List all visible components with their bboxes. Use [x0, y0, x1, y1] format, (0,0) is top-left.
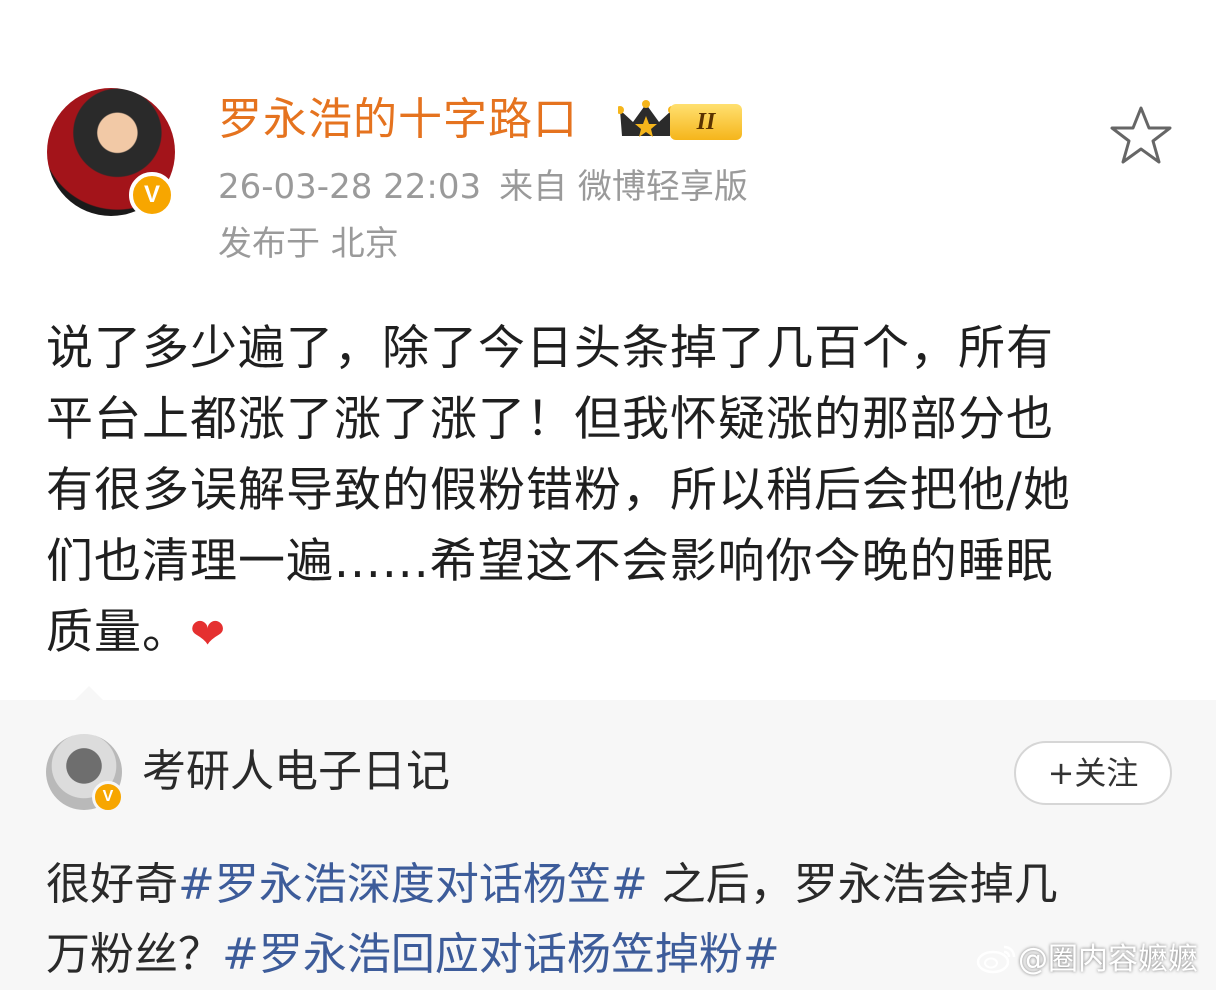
repost-text-prefix: 很好奇: [46, 859, 178, 910]
follow-button[interactable]: +关注: [1014, 741, 1172, 805]
verified-badge-icon: V: [129, 172, 175, 218]
repost-verified-badge-icon: V: [92, 781, 124, 813]
post-timestamp: 26-03-28 22:03: [218, 167, 482, 207]
post-text-line: 们也清理一遍......希望这不会影响你今晚的睡眠: [46, 534, 1054, 589]
post-text-line: 说了多少遍了，除了今日头条掉了几百个，所有: [46, 321, 1054, 376]
weibo-logo-icon: [976, 945, 1016, 974]
hashtag-link[interactable]: #罗永浩回应对话杨笠掉粉#: [222, 929, 780, 980]
heart-emoji: ❤: [190, 609, 227, 658]
watermark: @圈内容嬷嬷: [974, 938, 1198, 982]
repost-pointer: [74, 686, 104, 701]
post-meta: 26-03-28 22:03 来自 微博轻享版: [218, 165, 748, 209]
author-name[interactable]: 罗永浩的十字路口: [218, 92, 578, 148]
post-location: 发布于 北京: [218, 224, 399, 264]
post-text-line: 平台上都涨了涨了涨了！但我怀疑涨的那部分也: [46, 392, 1054, 447]
original-post: V 罗永浩的十字路口 II 26-03-28 22:03 来自 微博轻享版 发布于…: [0, 0, 1216, 700]
post-text-last: 质量。: [46, 605, 190, 660]
post-text-line: 质量。❤: [46, 597, 1176, 669]
post-source[interactable]: 来自 微博轻享版: [499, 167, 748, 207]
post-text-line: 有很多误解导致的假粉错粉，所以稍后会把他/她: [46, 463, 1071, 518]
repost-author-name[interactable]: 考研人电子日记: [142, 744, 450, 800]
post-content: 说了多少遍了，除了今日头条掉了几百个，所有 平台上都涨了涨了涨了！但我怀疑涨的那…: [46, 313, 1176, 669]
repost-text-line: 很好奇#罗永浩深度对话杨笠# 之后，罗永浩会掉几: [46, 850, 1176, 920]
level-badge: II: [670, 104, 742, 140]
repost-text-suffix: 之后，罗永浩会掉几: [647, 859, 1058, 910]
hashtag-link[interactable]: #罗永浩深度对话杨笠#: [178, 859, 648, 910]
star-icon[interactable]: [1108, 104, 1174, 166]
crown-icon: [618, 100, 674, 137]
watermark-text: @圈内容嬷嬷: [1018, 942, 1198, 977]
repost-text-prefix: 万粉丝？: [46, 929, 222, 980]
